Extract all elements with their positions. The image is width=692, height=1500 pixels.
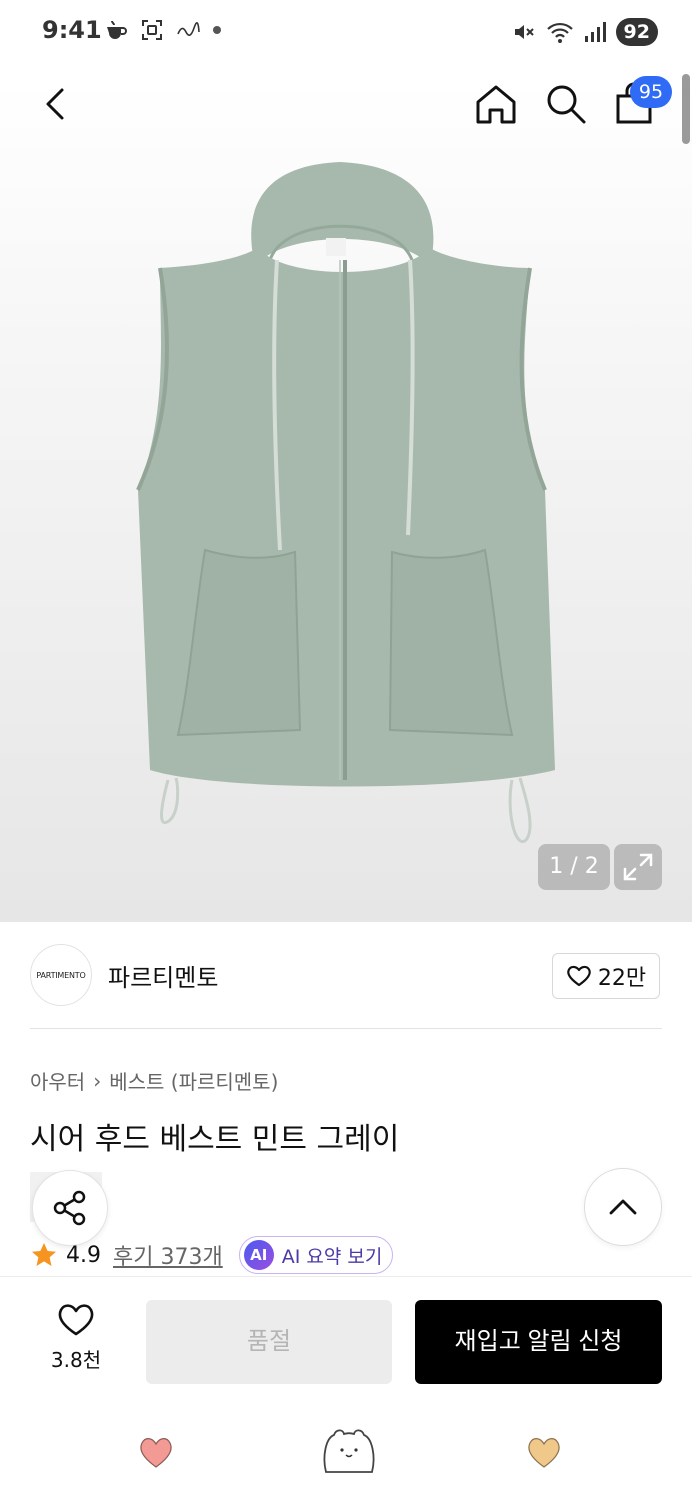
wishlist-count: 3.8천 — [50, 1348, 102, 1372]
wishlist-button[interactable]: 3.8천 — [40, 1302, 112, 1382]
back-arrow-icon[interactable] — [36, 82, 76, 126]
signal-icon — [584, 22, 606, 42]
rating-row: 4.9 후기 373개 AI AI 요약 보기 — [30, 1236, 394, 1274]
heart-outline-icon — [567, 965, 591, 987]
ai-summary-button[interactable]: AI AI 요약 보기 — [238, 1236, 394, 1274]
ai-badge-icon: AI — [243, 1240, 274, 1270]
expand-image-button[interactable] — [614, 844, 662, 890]
status-time: 9:41 — [42, 16, 102, 44]
wifi-icon — [546, 22, 573, 43]
chevron-up-icon — [609, 1199, 637, 1215]
restock-alert-button[interactable]: 재입고 알림 신청 — [415, 1300, 662, 1384]
yellow-heart-icon[interactable] — [526, 1436, 562, 1470]
share-button[interactable] — [32, 1170, 108, 1246]
bottom-strip — [0, 1408, 692, 1500]
review-count-link[interactable]: 후기 373개 — [113, 1239, 223, 1271]
star-icon — [32, 1243, 56, 1266]
top-nav — [0, 64, 692, 148]
mute-icon — [514, 25, 534, 39]
soldout-button: 품절 — [146, 1300, 392, 1384]
home-icon[interactable] — [472, 80, 520, 128]
status-bar: 9:41 92 — [0, 0, 692, 64]
breadcrumb-category[interactable]: 아우터 — [30, 1066, 85, 1095]
pink-heart-icon[interactable] — [138, 1436, 174, 1470]
share-icon — [53, 1190, 86, 1226]
brand-like-button[interactable]: 22만 — [552, 953, 660, 999]
search-icon[interactable] — [542, 80, 590, 128]
app-logo-icon — [177, 22, 200, 36]
product-title: 시어 후드 베스트 민트 그레이 — [30, 1122, 400, 1157]
breadcrumb-subcategory[interactable]: 베스트 (파르티멘토) — [109, 1066, 278, 1095]
bear-character-icon[interactable] — [320, 1426, 378, 1476]
ai-summary-label: AI 요약 보기 — [281, 1245, 383, 1268]
battery-indicator: 92 — [615, 18, 658, 46]
heart-outline-icon — [58, 1304, 94, 1336]
coffee-icon — [107, 20, 127, 39]
divider — [30, 1028, 662, 1029]
scroll-to-top-button[interactable] — [584, 1168, 662, 1246]
brand-like-count: 22만 — [597, 966, 647, 991]
expand-icon — [623, 853, 653, 881]
rating-score: 4.9 — [66, 1242, 101, 1268]
product-image[interactable] — [0, 80, 692, 922]
brand-logo[interactable]: PARTIMENTO — [30, 944, 92, 1006]
cart-count-badge: 95 — [630, 76, 672, 108]
vest-illustration — [136, 162, 555, 844]
image-counter: 1 / 2 — [538, 844, 610, 890]
brand-name[interactable]: 파르티멘토 — [108, 958, 218, 993]
scan-icon — [142, 20, 162, 40]
breadcrumb: 아우터 › 베스트 (파르티멘토) — [30, 1066, 278, 1095]
notification-dot-icon — [213, 26, 221, 34]
breadcrumb-separator: › — [93, 1068, 102, 1093]
